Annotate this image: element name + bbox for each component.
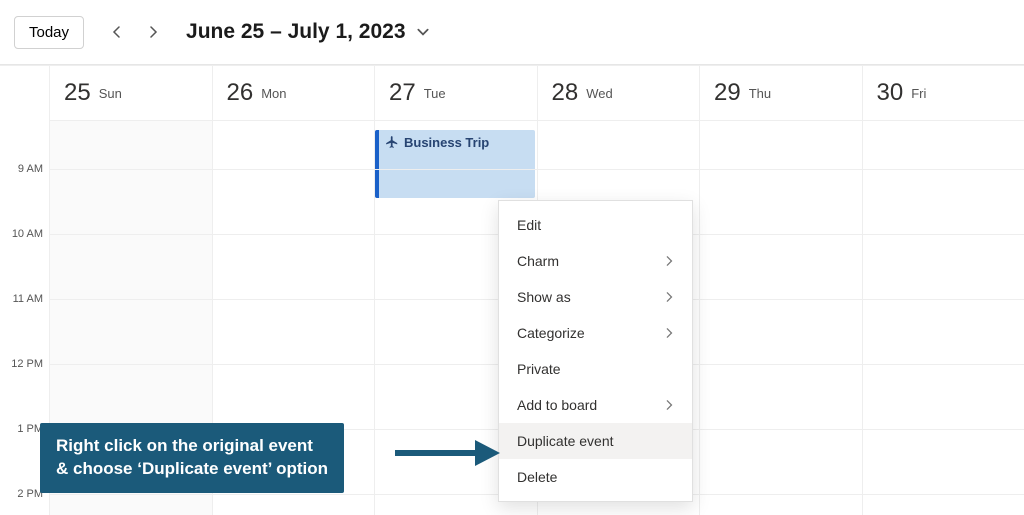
help-annotation: Right click on the original event & choo… bbox=[40, 423, 344, 493]
context-menu-item[interactable]: Show as bbox=[499, 279, 692, 315]
date-range-label: June 25 – July 1, 2023 bbox=[186, 20, 405, 44]
day-name: Sun bbox=[99, 86, 122, 101]
menu-item-label: Add to board bbox=[517, 397, 597, 413]
context-menu-item[interactable]: Add to board bbox=[499, 387, 692, 423]
day-number: 26 bbox=[227, 79, 254, 107]
chevron-right-icon bbox=[664, 397, 674, 413]
today-button[interactable]: Today bbox=[14, 16, 84, 49]
context-menu-item[interactable]: Delete bbox=[499, 459, 692, 495]
context-menu-item[interactable]: Edit bbox=[499, 207, 692, 243]
menu-item-label: Show as bbox=[517, 289, 571, 305]
day-name: Tue bbox=[424, 86, 446, 101]
day-name: Mon bbox=[261, 86, 286, 101]
calendar-event[interactable]: Business Trip bbox=[375, 130, 535, 198]
chevron-right-icon bbox=[664, 289, 674, 305]
chevron-right-icon bbox=[147, 26, 159, 38]
next-week-button[interactable] bbox=[144, 23, 162, 41]
hour-label: 10 AM bbox=[12, 228, 43, 240]
day-name: Thu bbox=[749, 86, 771, 101]
menu-item-label: Edit bbox=[517, 217, 541, 233]
menu-item-label: Private bbox=[517, 361, 561, 377]
day-number: 25 bbox=[64, 79, 91, 107]
event-context-menu: Edit Charm Show as Categorize Private Add to … bbox=[498, 200, 693, 502]
context-menu-item[interactable]: Charm bbox=[499, 243, 692, 279]
date-range-picker[interactable]: June 25 – July 1, 2023 bbox=[186, 20, 429, 44]
chevron-left-icon bbox=[111, 26, 123, 38]
annotation-line1: Right click on the original event bbox=[56, 436, 313, 455]
day-header[interactable]: 28 Wed bbox=[538, 66, 701, 120]
week-nav bbox=[108, 23, 162, 41]
day-number: 30 bbox=[877, 79, 904, 107]
day-name: Wed bbox=[586, 86, 613, 101]
hour-label: 12 PM bbox=[11, 358, 43, 370]
event-title: Business Trip bbox=[404, 135, 489, 193]
day-header[interactable]: 29 Thu bbox=[700, 66, 863, 120]
day-name: Fri bbox=[911, 86, 926, 101]
day-header[interactable]: 27 Tue bbox=[375, 66, 538, 120]
day-number: 28 bbox=[552, 79, 579, 107]
day-header-row: 25 Sun 26 Mon 27 Tue 28 Wed 29 Thu 30 Fri bbox=[50, 66, 1024, 121]
day-number: 29 bbox=[714, 79, 741, 107]
hour-label: 11 AM bbox=[13, 293, 43, 305]
day-number: 27 bbox=[389, 79, 416, 107]
airplane-icon bbox=[385, 135, 399, 193]
chevron-down-icon bbox=[416, 25, 430, 39]
hour-label: 9 AM bbox=[18, 163, 43, 175]
menu-item-label: Duplicate event bbox=[517, 433, 614, 449]
menu-item-label: Categorize bbox=[517, 325, 585, 341]
menu-item-label: Delete bbox=[517, 469, 557, 485]
day-header[interactable]: 30 Fri bbox=[863, 66, 1024, 120]
context-menu-item[interactable]: Private bbox=[499, 351, 692, 387]
chevron-right-icon bbox=[664, 325, 674, 341]
hour-gridline bbox=[50, 169, 1024, 170]
annotation-arrow-icon bbox=[395, 438, 500, 468]
calendar-toolbar: Today June 25 – July 1, 2023 bbox=[0, 0, 1024, 65]
annotation-line2: & choose ‘Duplicate event’ option bbox=[56, 459, 328, 478]
day-column[interactable] bbox=[863, 121, 1024, 515]
day-header[interactable]: 26 Mon bbox=[213, 66, 376, 120]
menu-item-label: Charm bbox=[517, 253, 559, 269]
day-header[interactable]: 25 Sun bbox=[50, 66, 213, 120]
prev-week-button[interactable] bbox=[108, 23, 126, 41]
context-menu-item[interactable]: Categorize bbox=[499, 315, 692, 351]
chevron-right-icon bbox=[664, 253, 674, 269]
context-menu-item[interactable]: Duplicate event bbox=[499, 423, 692, 459]
day-column[interactable] bbox=[700, 121, 863, 515]
